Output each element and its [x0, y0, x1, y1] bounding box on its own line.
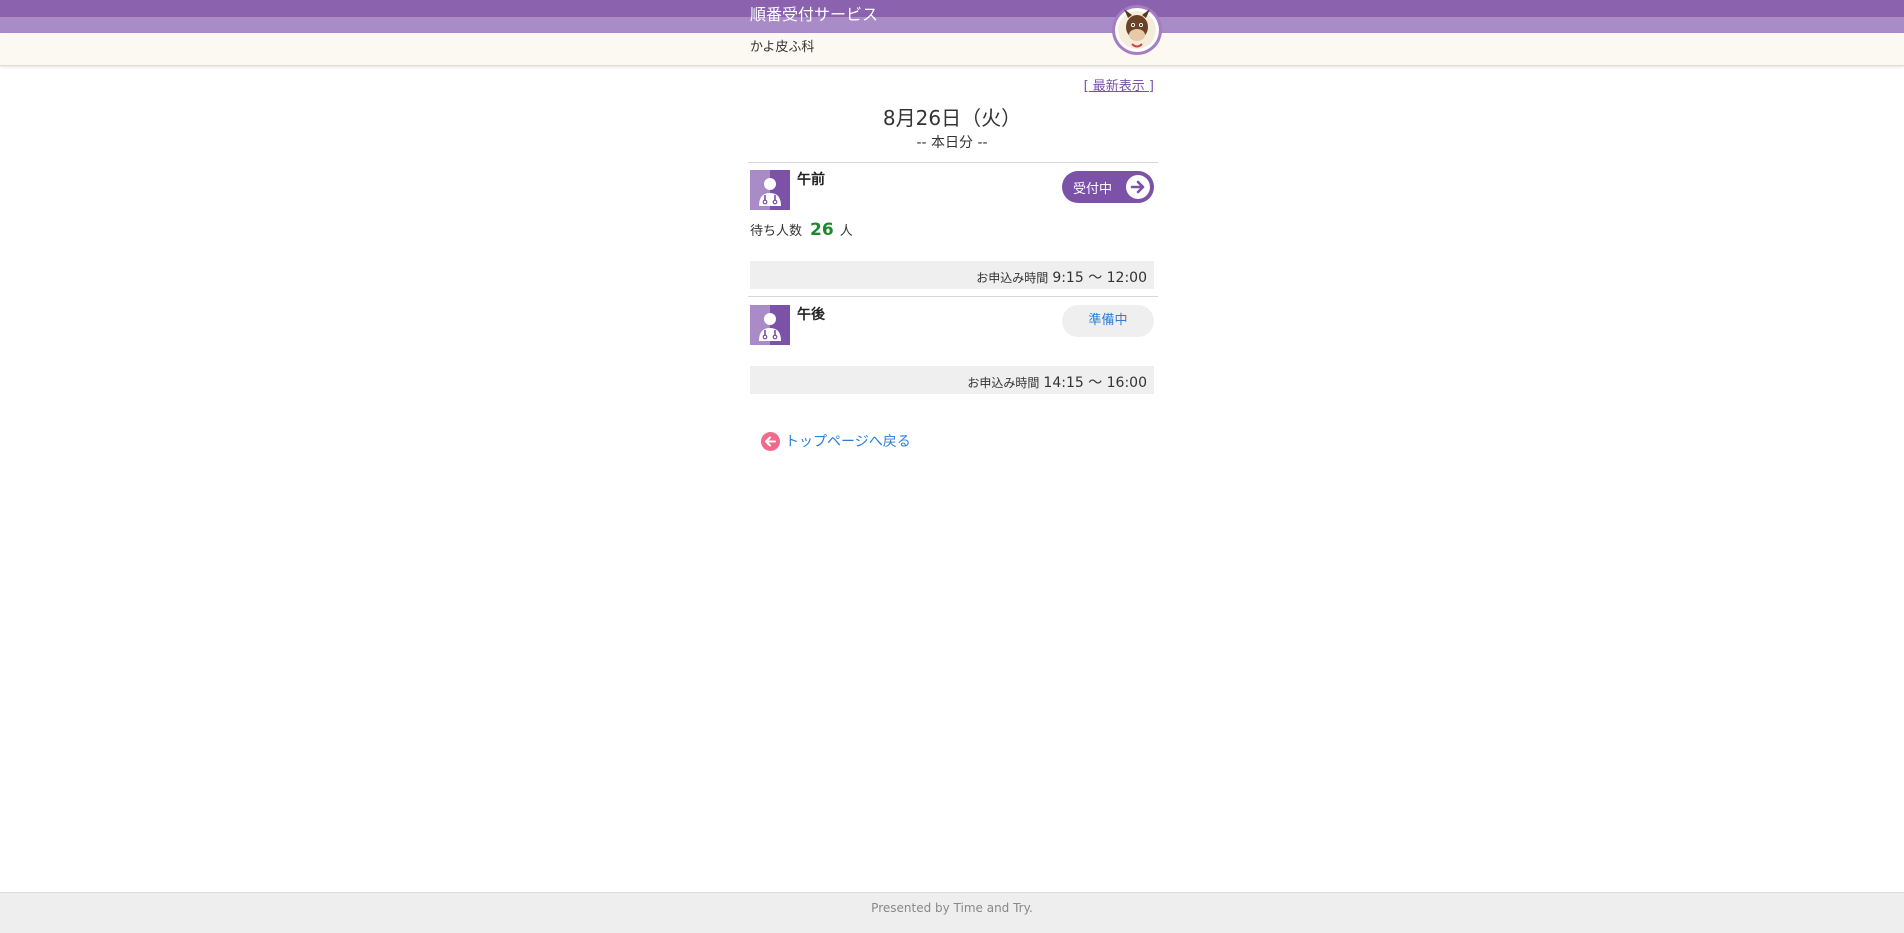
refresh-link-wrapper: [ 最新表示 ] [1084, 75, 1154, 94]
back-to-top-label: トップページへ戻る [785, 434, 911, 450]
date-heading: 8月26日（火） [882, 106, 1022, 130]
divider [748, 296, 1158, 297]
accepting-button-label: 受付中 [1073, 182, 1113, 197]
footer: Presented by Time and Try. [0, 892, 1904, 933]
application-time-bar-morning: お申込み時間 9:15 〜 12:00 [750, 261, 1154, 289]
application-time-range: 9:15 〜 12:00 [1052, 270, 1147, 286]
wait-count: 26 [810, 220, 834, 240]
clinic-name: かよ皮ふ科 [750, 40, 815, 55]
wait-label: 待ち人数 [750, 224, 803, 239]
application-time-label: お申込み時間 [967, 376, 1040, 390]
divider [748, 162, 1158, 163]
header-band-top [0, 0, 1904, 17]
application-time-range: 14:15 〜 16:00 [1043, 375, 1147, 391]
arrow-right-circle-icon [1126, 175, 1150, 199]
refresh-link[interactable]: 最新表示 [1089, 79, 1149, 94]
wait-unit: 人 [839, 224, 853, 239]
application-time-label: お申込み時間 [976, 271, 1049, 285]
header-band-middle [0, 17, 1904, 33]
refresh-bracket-close: ] [1148, 79, 1154, 94]
session-name-morning: 午前 [797, 172, 825, 188]
arrow-left-circle-icon [761, 431, 780, 451]
page: 順番受付サービス かよ皮ふ科 [ 最新表示 ] 8月26日（火） -- 本日分 … [0, 0, 1904, 933]
doctor-icon [750, 305, 790, 345]
application-time-bar-afternoon: お申込み時間 14:15 〜 16:00 [750, 366, 1154, 394]
header: 順番受付サービス かよ皮ふ科 [0, 0, 1904, 66]
session-name-afternoon: 午後 [797, 307, 825, 323]
service-title: 順番受付サービス [750, 5, 879, 24]
back-to-top-link[interactable]: トップページへ戻る [761, 431, 911, 451]
doctor-icon [750, 170, 790, 210]
preparing-status-badge: 準備中 [1062, 305, 1154, 337]
accepting-button[interactable]: 受付中 [1062, 171, 1154, 203]
mascot-avatar-icon [1112, 5, 1162, 55]
header-band-bottom [0, 33, 1904, 66]
date-subtitle: -- 本日分 -- [916, 135, 988, 151]
wait-count-row: 待ち人数 26 人 [750, 220, 853, 240]
